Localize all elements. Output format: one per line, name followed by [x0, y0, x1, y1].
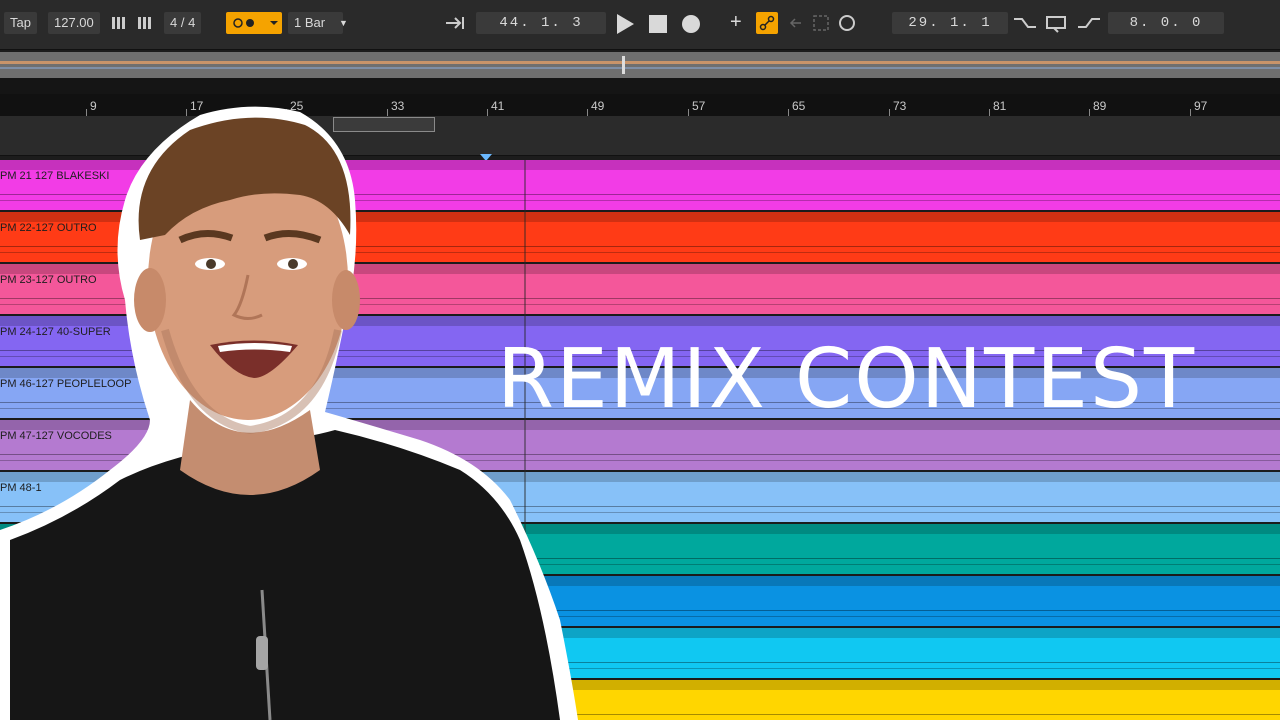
bar-number: 97: [1194, 99, 1208, 113]
record-icon[interactable]: [682, 15, 700, 33]
capture-icon[interactable]: [812, 12, 830, 34]
presenter-photo: [0, 106, 578, 720]
bar-tick: [989, 109, 990, 116]
bar-tick: [688, 109, 689, 116]
bar-number: 89: [1093, 99, 1107, 113]
metronome-button[interactable]: [226, 12, 282, 34]
overview-track-line: [0, 61, 1280, 64]
loop-length-field[interactable]: 8. 0. 0: [1108, 12, 1224, 34]
arrangement-overview[interactable]: [0, 52, 1280, 78]
follow-icon[interactable]: [444, 12, 468, 34]
bar-tick: [1190, 109, 1191, 116]
bar-number: 49: [591, 99, 605, 113]
quantize-value: 1 Bar: [294, 15, 326, 30]
tap-tempo-button[interactable]: Tap: [4, 12, 37, 34]
loop-switch-icon[interactable]: [1044, 12, 1070, 34]
chevron-down-icon: ▼: [339, 18, 348, 28]
punch-in-icon[interactable]: [1012, 12, 1038, 34]
plus-icon[interactable]: +: [730, 12, 742, 34]
loop-start-field[interactable]: 29. 1. 1: [892, 12, 1008, 34]
bar-number: 73: [893, 99, 907, 113]
bar-number: 65: [792, 99, 806, 113]
automation-arm-icon[interactable]: [756, 12, 778, 34]
bar-tick: [889, 109, 890, 116]
tempo-field[interactable]: 127.00: [48, 12, 100, 34]
punch-out-icon[interactable]: [1076, 12, 1102, 34]
nudge-icon[interactable]: [112, 12, 158, 34]
play-icon[interactable]: [617, 14, 634, 34]
back-to-arrangement-icon[interactable]: [788, 12, 804, 34]
bar-number: 57: [692, 99, 706, 113]
bar-tick: [1089, 109, 1090, 116]
stop-icon[interactable]: [649, 15, 667, 33]
divider: [0, 78, 1280, 94]
time-signature-field[interactable]: 4 / 4: [164, 12, 202, 34]
overview-track-line: [0, 67, 1280, 69]
transport-bar: Tap 127.00 4 / 4 1 Bar ▼ 44. 1. 3 + 29. …: [0, 0, 1280, 50]
bar-tick: [788, 109, 789, 116]
session-record-icon[interactable]: [838, 12, 856, 34]
arrangement-position-field[interactable]: 44. 1. 3: [476, 12, 606, 34]
bar-number: 81: [993, 99, 1007, 113]
headline-text: REMIX CONTEST: [497, 332, 1197, 427]
quantize-select[interactable]: 1 Bar: [288, 12, 344, 34]
overview-playhead: [622, 56, 625, 74]
